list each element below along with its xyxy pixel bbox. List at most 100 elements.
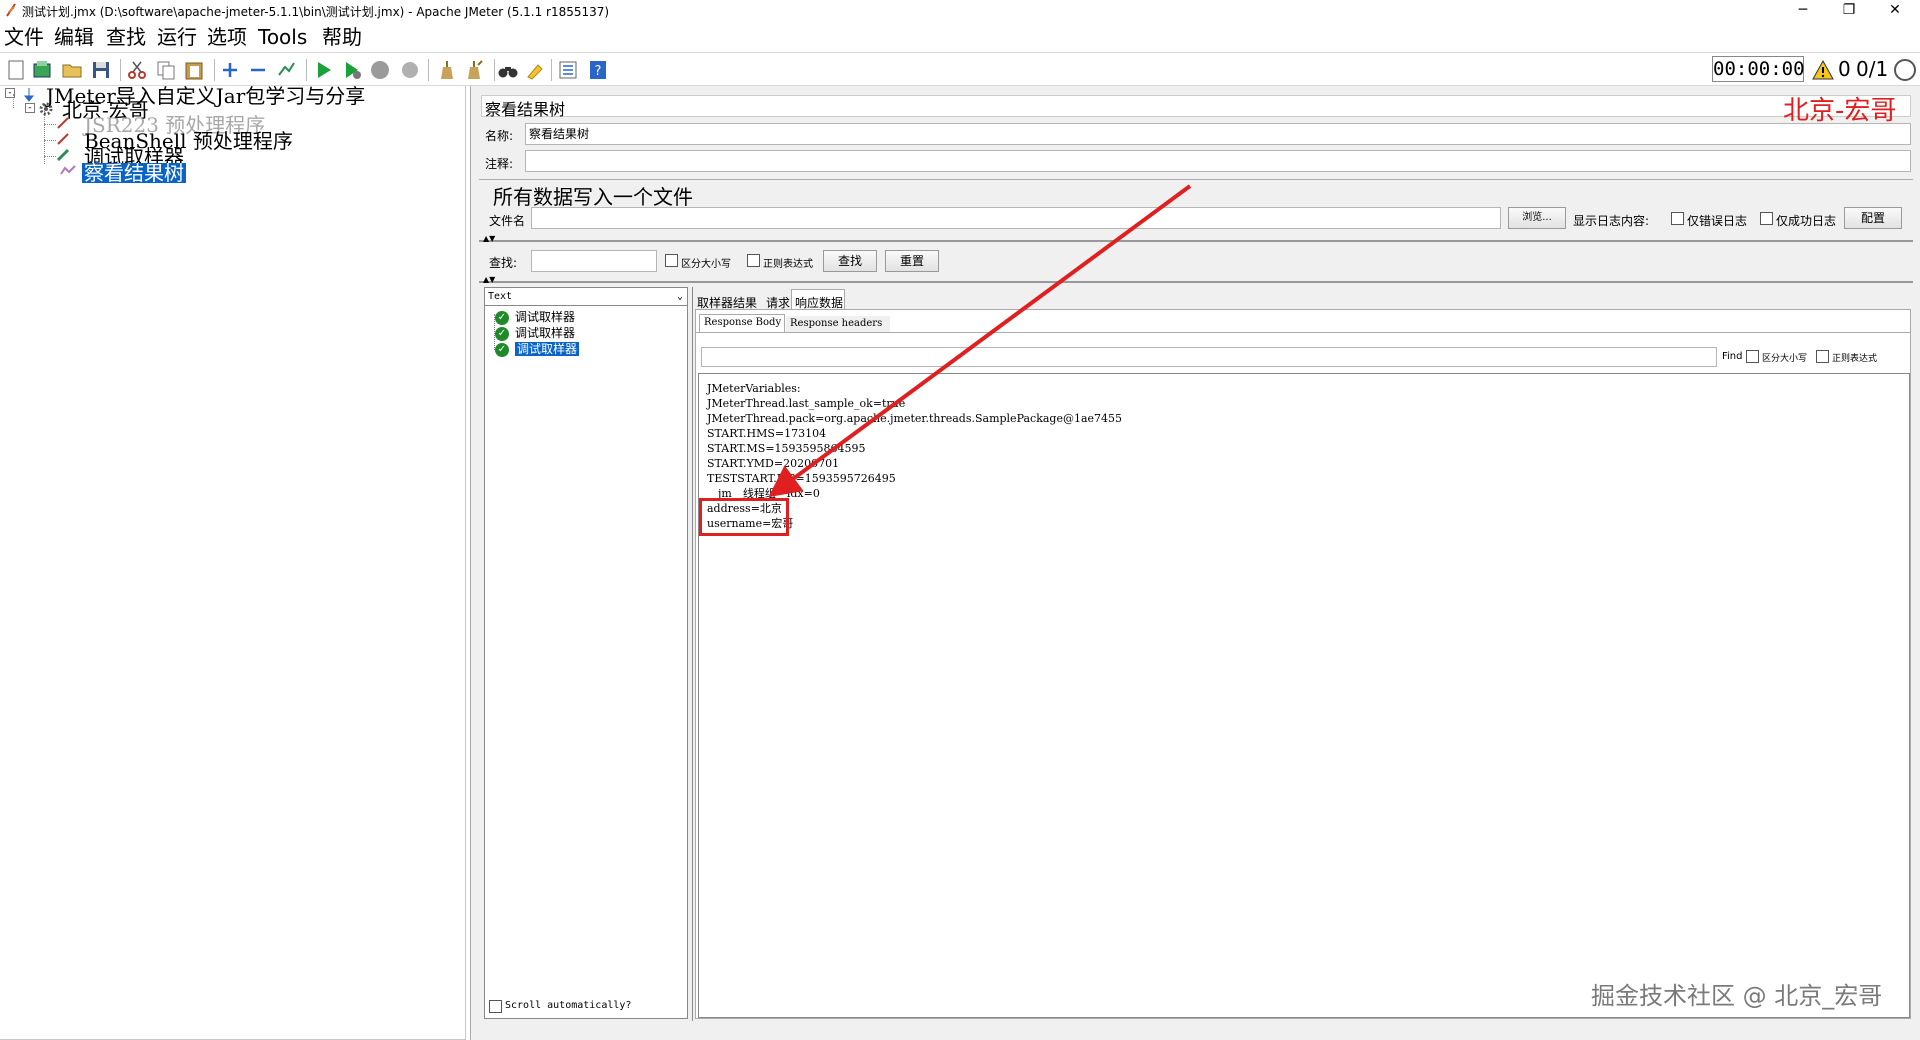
chevron-down-icon: ⌄ xyxy=(676,291,683,302)
splitter[interactable] xyxy=(479,240,1913,242)
cut-icon[interactable] xyxy=(126,59,148,81)
tree-collapse-toggle[interactable]: - xyxy=(25,103,35,113)
close-button[interactable]: ✕ xyxy=(1872,0,1918,22)
menu-tools[interactable]: Tools xyxy=(258,24,307,50)
shutdown-icon[interactable] xyxy=(399,59,421,81)
find-regex-label: 正则表达式 xyxy=(1832,354,1878,364)
window-title: 测试计划.jmx (D:\software\apache-jmeter-5.1.… xyxy=(22,5,610,19)
menu-edit[interactable]: 编辑 xyxy=(54,24,94,50)
success-only-label: 仅成功日志 xyxy=(1776,214,1837,228)
save-icon[interactable] xyxy=(90,59,112,81)
filename-input[interactable] xyxy=(531,207,1501,229)
menu-options[interactable]: 选项 xyxy=(207,24,247,50)
clear-all-icon[interactable] xyxy=(463,59,485,81)
toolbar-separator xyxy=(214,59,215,81)
svg-text:?: ? xyxy=(595,64,602,79)
regex-label: 正则表达式 xyxy=(763,259,813,270)
filename-label: 文件名 xyxy=(489,214,526,228)
regex-checkbox[interactable] xyxy=(747,254,760,267)
case-sensitive-checkbox[interactable] xyxy=(665,254,678,267)
search-label: 查找: xyxy=(489,256,518,270)
find-input[interactable] xyxy=(701,347,1717,367)
start-icon[interactable] xyxy=(313,59,335,81)
search-button[interactable]: 查找 xyxy=(823,250,877,272)
scroll-automatically-label: Scroll automatically? xyxy=(505,1000,632,1011)
response-text-area[interactable]: JMeterVariables: JMeterThread.last_sampl… xyxy=(698,373,1910,1018)
name-input[interactable]: 察看结果树 xyxy=(525,123,1911,145)
errors-only-checkbox[interactable] xyxy=(1671,212,1684,225)
comment-input[interactable] xyxy=(525,150,1911,172)
renderer-select[interactable]: Text ⌄ xyxy=(485,288,687,306)
panel-header xyxy=(481,95,1911,117)
clear-icon[interactable] xyxy=(435,59,457,81)
jmeter-feather-icon xyxy=(6,3,16,17)
name-label: 名称: xyxy=(485,129,514,143)
warning-icon[interactable] xyxy=(1812,60,1834,80)
help-icon[interactable]: ? xyxy=(587,59,609,81)
toggle-icon[interactable] xyxy=(275,59,297,81)
toolbar-separator xyxy=(428,59,429,81)
new-icon[interactable] xyxy=(5,59,27,81)
subtab-response-headers[interactable]: Response headers xyxy=(786,316,890,332)
reset-search-icon[interactable] xyxy=(524,59,546,81)
success-only-checkbox[interactable] xyxy=(1760,212,1773,225)
toolbar: ? 00:00:00 0 0/1 xyxy=(0,52,1920,86)
search-input[interactable] xyxy=(531,250,657,272)
tree-node-view-results-tree[interactable]: 察看结果树 xyxy=(82,163,186,183)
menu-bar: 文件 编辑 查找 运行 选项 Tools 帮助 xyxy=(0,24,1920,50)
response-line: TESTSTART.MS=1593595726495 xyxy=(707,472,896,485)
menu-file[interactable]: 文件 xyxy=(4,24,44,50)
tree-collapse-toggle[interactable]: - xyxy=(5,88,15,98)
divider xyxy=(696,332,1910,333)
templates-icon[interactable] xyxy=(31,59,53,81)
configure-button[interactable]: 配置 xyxy=(1844,207,1902,229)
tab-response-data-active[interactable]: 响应数据 xyxy=(791,289,845,310)
response-line: START.YMD=20200701 xyxy=(707,457,840,470)
paste-icon[interactable] xyxy=(183,59,205,81)
elapsed-timer: 00:00:00 xyxy=(1712,56,1805,82)
copy-icon[interactable] xyxy=(155,59,177,81)
preprocessor-icon xyxy=(57,133,69,145)
log-display-label: 显示日志内容: xyxy=(1573,214,1650,228)
menu-run[interactable]: 运行 xyxy=(157,24,197,50)
restore-button[interactable]: ❐ xyxy=(1826,0,1872,22)
response-line: JMeterVariables: xyxy=(707,382,801,395)
splitter-arrows-icon[interactable]: ▲▼ xyxy=(483,234,495,243)
splitter-arrows-icon[interactable]: ▲▼ xyxy=(483,275,495,284)
sampler-result-item-selected[interactable]: ✓ 调试取样器 xyxy=(495,341,580,357)
remote-status-icon xyxy=(1894,59,1916,81)
open-icon[interactable] xyxy=(61,59,83,81)
scroll-automatically-checkbox[interactable] xyxy=(489,1000,502,1013)
response-line: START.MS=1593595864595 xyxy=(707,442,866,455)
menu-search[interactable]: 查找 xyxy=(106,24,146,50)
function-helper-icon[interactable] xyxy=(557,59,579,81)
response-line: START.HMS=173104 xyxy=(707,427,827,440)
start-no-pause-icon[interactable] xyxy=(341,59,363,81)
highlight-box xyxy=(699,498,789,536)
find-label: Find xyxy=(1722,351,1743,362)
thread-group-gear-icon xyxy=(39,102,53,116)
search-icon[interactable] xyxy=(497,59,519,81)
title-bar: 测试计划.jmx (D:\software\apache-jmeter-5.1.… xyxy=(0,0,1920,22)
view-results-tree-panel: 察看结果树 北京-宏哥 名称: 察看结果树 注释: 所有数据写入一个文件 文件名… xyxy=(470,86,1920,1040)
expand-icon[interactable] xyxy=(219,59,241,81)
stop-icon[interactable] xyxy=(369,59,391,81)
collapse-icon[interactable] xyxy=(247,59,269,81)
minimize-button[interactable]: ─ xyxy=(1780,0,1826,22)
find-case-checkbox[interactable] xyxy=(1746,350,1759,363)
response-line: JMeterThread.last_sample_ok=true xyxy=(707,397,906,410)
active-threads: 0/1 xyxy=(1856,57,1889,81)
sampler-pencil-icon xyxy=(56,148,70,162)
reset-button[interactable]: 重置 xyxy=(885,250,939,272)
sampler-result-item[interactable]: ✓ 调试取样器 xyxy=(495,309,575,325)
sampler-result-label: 调试取样器 xyxy=(515,326,576,340)
test-plan-icon xyxy=(23,88,35,102)
sampler-result-item[interactable]: ✓ 调试取样器 xyxy=(495,325,575,341)
splitter[interactable] xyxy=(479,281,1913,283)
find-regex-checkbox[interactable] xyxy=(1816,350,1829,363)
watermark-top: 北京-宏哥 xyxy=(1783,96,1897,126)
test-plan-tree: - JMeter导入自定义Jar包学习与分享 - 北京-宏哥 JSR223 预处… xyxy=(0,86,466,1040)
subtab-response-body[interactable]: Response Body xyxy=(699,314,785,332)
menu-help[interactable]: 帮助 xyxy=(322,24,362,50)
browse-button[interactable]: 浏览... xyxy=(1508,207,1566,229)
